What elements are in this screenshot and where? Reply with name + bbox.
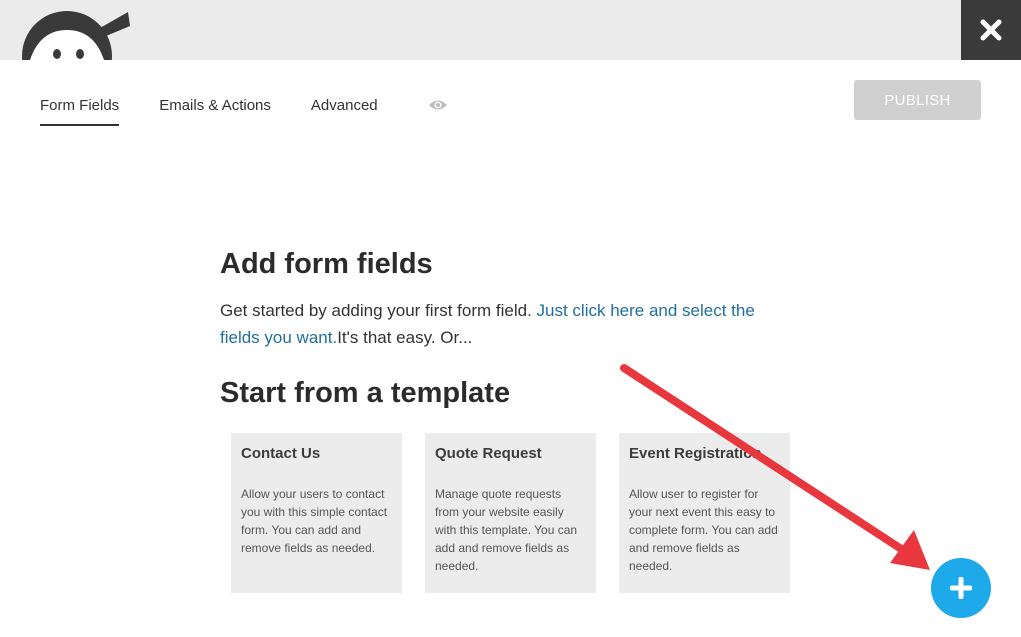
template-card-quote-request[interactable]: Quote Request Manage quote requests from…	[425, 433, 596, 593]
template-title: Quote Request	[435, 445, 542, 462]
template-heading: Start from a template	[220, 377, 511, 409]
tab-form-fields[interactable]: Form Fields	[40, 96, 120, 126]
intro-prefix: Get started by adding your first form fi…	[220, 301, 537, 320]
template-description: Allow your users to contact you with thi…	[241, 487, 388, 555]
template-card-contact-us[interactable]: Contact Us Allow your users to contact y…	[231, 433, 402, 593]
empty-form-panel: Add form fields Get started by adding yo…	[220, 246, 800, 411]
template-list: Contact Us Allow your users to contact y…	[231, 433, 813, 593]
intro-text: Get started by adding your first form fi…	[220, 297, 790, 351]
builder-tabs: Form Fields Emails & Actions Advanced	[40, 96, 448, 126]
tab-emails-actions[interactable]: Emails & Actions	[159, 96, 271, 124]
close-button[interactable]	[961, 0, 1021, 60]
template-description: Manage quote requests from your website …	[435, 487, 578, 573]
template-description: Allow user to register for your next eve…	[629, 487, 778, 573]
template-card-event-registration[interactable]: Event Registration Allow user to registe…	[619, 433, 790, 593]
publish-button[interactable]: PUBLISH	[854, 80, 981, 120]
plus-icon	[950, 577, 972, 599]
template-title: Contact Us	[241, 445, 321, 462]
ninja-logo-icon	[20, 0, 132, 60]
close-icon	[980, 19, 1002, 41]
intro-suffix: It's that easy. Or...	[337, 328, 473, 347]
template-title: Event Registration	[629, 445, 762, 462]
tab-advanced[interactable]: Advanced	[311, 96, 378, 124]
page-title: Add form fields	[220, 248, 433, 280]
add-field-button[interactable]	[931, 558, 991, 618]
top-bar	[0, 0, 1021, 60]
eye-icon[interactable]	[428, 98, 448, 116]
